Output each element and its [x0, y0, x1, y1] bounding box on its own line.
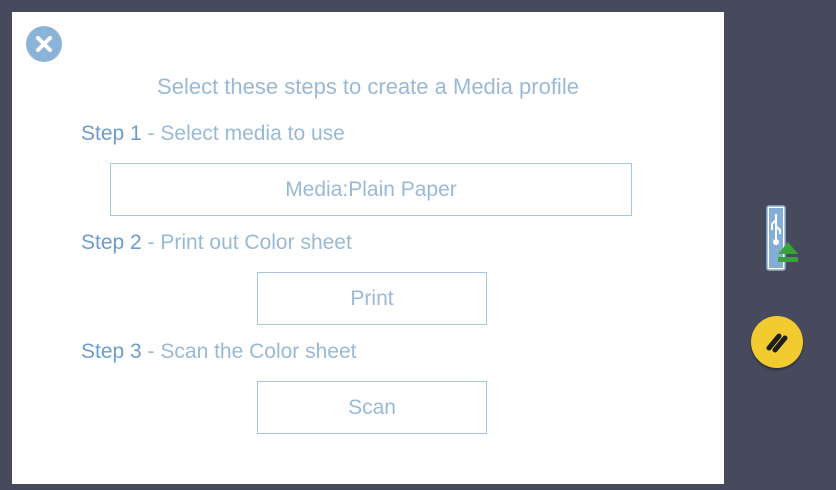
- step-2-number: Step 2: [81, 231, 142, 254]
- scan-button[interactable]: Scan: [257, 381, 487, 434]
- close-button[interactable]: [26, 26, 62, 62]
- step-2-text: - Print out Color sheet: [141, 231, 352, 254]
- step-1-number: Step 1: [81, 122, 142, 145]
- dialog-panel: Select these steps to create a Media pro…: [12, 12, 724, 484]
- step-2-label: Step 2 - Print out Color sheet: [81, 231, 352, 255]
- step-3-label: Step 3 - Scan the Color sheet: [81, 340, 357, 364]
- step-1-text: - Select media to use: [141, 122, 345, 145]
- select-media-button[interactable]: Media:Plain Paper: [110, 163, 632, 216]
- usb-eject-button[interactable]: [760, 204, 800, 274]
- pencil-tool-icon: [766, 333, 788, 353]
- step-3-number: Step 3: [81, 340, 142, 363]
- step-3-text: - Scan the Color sheet: [141, 340, 357, 363]
- dialog-heading: Select these steps to create a Media pro…: [157, 74, 579, 99]
- step-1-label: Step 1 - Select media to use: [81, 122, 345, 146]
- usb-eject-icon: [766, 205, 798, 271]
- tool-button[interactable]: [751, 316, 803, 368]
- print-button[interactable]: Print: [257, 272, 487, 325]
- close-icon: [36, 36, 52, 52]
